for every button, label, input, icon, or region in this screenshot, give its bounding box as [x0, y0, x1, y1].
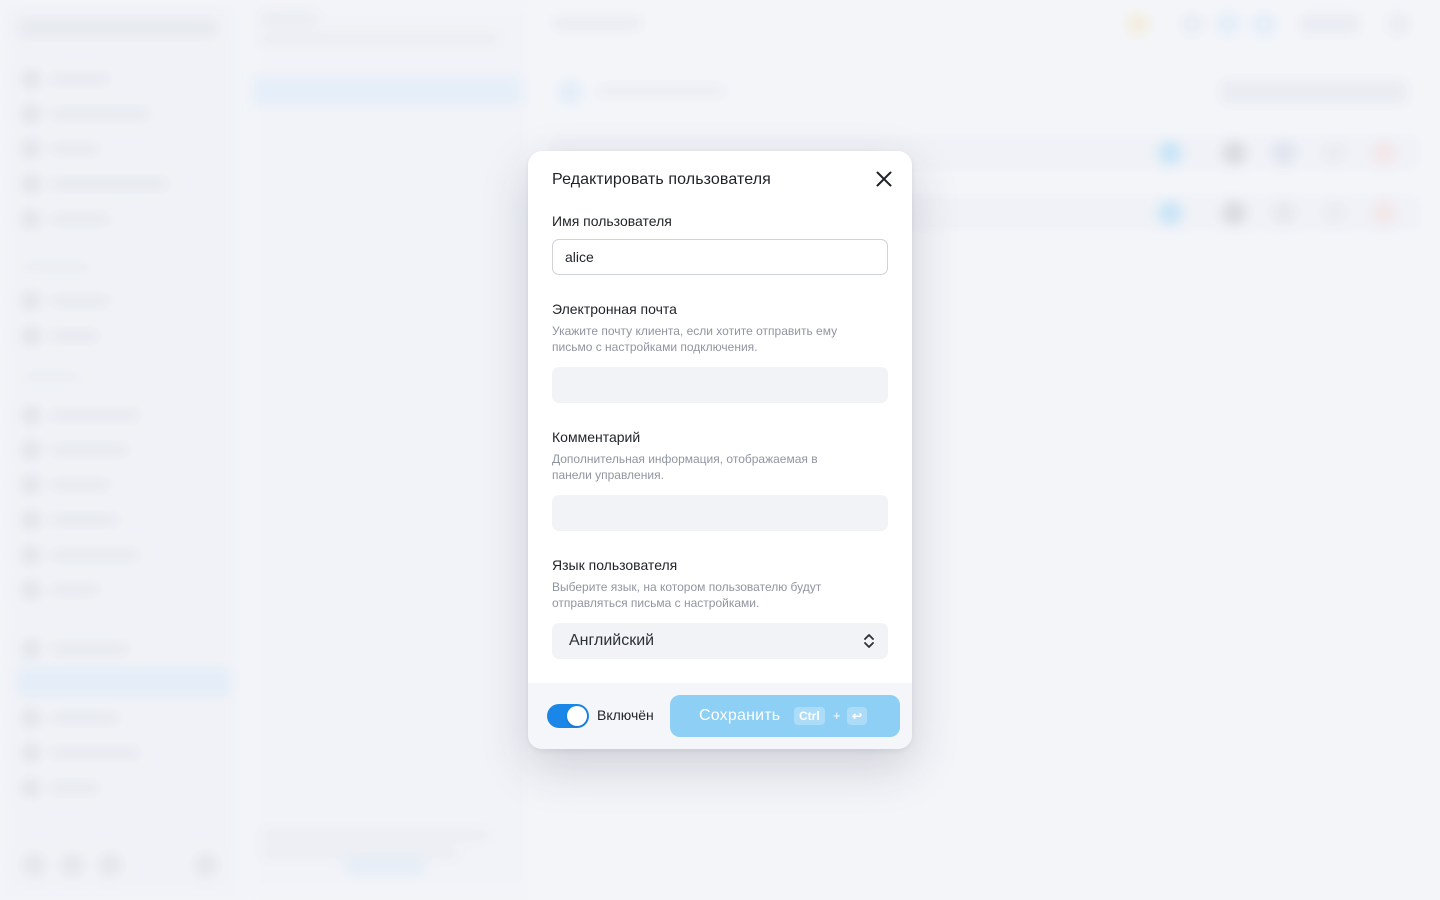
comment-label: Комментарий: [552, 429, 641, 445]
shortcut-plus: +: [833, 708, 841, 723]
modal-footer: Включён Сохранить Ctrl + ↩: [528, 683, 912, 749]
enter-key-icon: ↩: [847, 707, 868, 725]
comment-input[interactable]: [552, 495, 888, 531]
language-hint: Выберите язык, на котором пользователю б…: [552, 580, 822, 610]
username-label: Имя пользователя: [552, 213, 672, 229]
edit-user-modal: Редактировать пользователя Имя пользоват…: [528, 151, 912, 749]
shortcut-ctrl-key: Ctrl: [794, 707, 825, 725]
toggle-knob: [567, 706, 587, 726]
email-input[interactable]: [552, 367, 888, 403]
comment-hint: Дополнительная информация, отображаемая …: [552, 452, 818, 482]
language-label: Язык пользователя: [552, 557, 678, 573]
enabled-toggle[interactable]: [547, 704, 589, 728]
modal-title: Редактировать пользователя: [552, 171, 771, 188]
email-hint: Укажите почту клиента, если хотите отпра…: [552, 324, 838, 354]
save-button[interactable]: Сохранить Ctrl + ↩: [670, 695, 900, 737]
username-input[interactable]: [552, 239, 888, 275]
language-select-value: Английский: [569, 632, 655, 649]
enabled-label: Включён: [597, 707, 654, 723]
close-icon: [876, 171, 892, 187]
chevron-up-down-icon: [864, 634, 874, 648]
close-button[interactable]: [872, 167, 896, 191]
language-select[interactable]: Английский: [552, 623, 888, 659]
email-label: Электронная почта: [552, 301, 677, 317]
save-button-label: Сохранить: [699, 707, 781, 724]
